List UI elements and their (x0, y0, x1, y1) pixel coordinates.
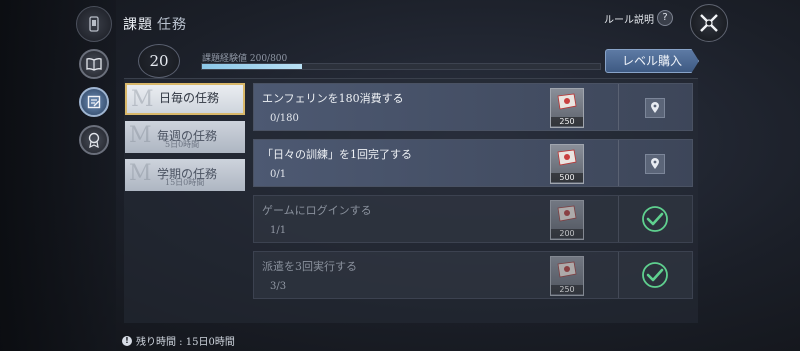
title-main: 課題 (123, 17, 153, 33)
task-row: ゲームにログインする 1/1 200 (253, 195, 693, 243)
divider (618, 196, 619, 242)
task-name: エンフェリンを180消費する (262, 92, 404, 105)
divider (618, 84, 619, 130)
title-sub: 任務 (157, 17, 187, 33)
tab-label: 日毎の任務 (159, 91, 220, 105)
reward-item[interactable]: 200 (550, 200, 584, 240)
rules-button[interactable]: ルール説明 ? (604, 10, 673, 26)
task-row: 派遣を3回実行する 3/3 250 (253, 251, 693, 299)
tab-semester[interactable]: M 学期の任務 15日0時間 (125, 159, 245, 191)
tab-weekly[interactable]: M 毎週の任務 5日0時間 (125, 121, 245, 153)
divider (618, 140, 619, 186)
task-row: エンフェリンを180消費する 0/180 250 (253, 83, 693, 131)
task-progress: 3/3 (270, 281, 287, 292)
remaining-time-text: 残り時間 : 15日0時間 (136, 337, 235, 348)
page-title: 課題 任務 (123, 14, 187, 34)
checkmark-icon (642, 206, 668, 232)
tab-emblem-icon: M (131, 87, 154, 112)
exp-progress-fill (202, 64, 302, 69)
exp-progress-bar (201, 63, 601, 70)
buy-level-button[interactable]: レベル購入 (605, 49, 699, 73)
remaining-time: ! 残り時間 : 15日0時間 (122, 333, 235, 348)
task-progress: 1/1 (270, 225, 287, 236)
reward-item[interactable]: 250 (550, 256, 584, 296)
tab-timer: 5日0時間 (165, 140, 200, 149)
location-pin-icon (651, 102, 659, 113)
task-name: 派遣を3回実行する (262, 260, 357, 273)
task-progress: 0/180 (270, 113, 299, 124)
reward-amount: 500 (551, 173, 583, 182)
task-row: 「日々の訓練」を1回完了する 0/1 500 (253, 139, 693, 187)
rules-label: ルール説明 (604, 14, 654, 26)
ticket-icon (557, 93, 577, 110)
warning-icon: ! (122, 335, 132, 346)
ticket-icon (557, 149, 577, 166)
reward-item[interactable]: 500 (550, 144, 584, 184)
reward-amount: 250 (551, 285, 583, 294)
ticket-icon (557, 205, 577, 222)
location-pin-icon (651, 158, 659, 169)
help-icon: ? (657, 10, 673, 26)
phone-icon[interactable] (76, 6, 112, 42)
ticket-icon (557, 261, 577, 278)
reward-amount: 200 (551, 229, 583, 238)
task-progress: 0/1 (270, 169, 287, 180)
task-name: 「日々の訓練」を1回完了する (262, 148, 412, 161)
tab-daily[interactable]: M 日毎の任務 (125, 83, 245, 115)
sidebar (0, 0, 116, 351)
go-to-location-button[interactable] (645, 98, 665, 118)
tab-timer: 15日0時間 (165, 178, 205, 187)
task-list-icon[interactable] (79, 87, 109, 117)
divider (618, 252, 619, 298)
close-icon (700, 14, 718, 32)
level-badge: 20 (138, 44, 180, 78)
checkmark-icon (642, 262, 668, 288)
tab-emblem-icon: M (129, 161, 152, 186)
medal-icon[interactable] (79, 125, 109, 155)
tab-emblem-icon: M (129, 123, 152, 148)
reward-item[interactable]: 250 (550, 88, 584, 128)
go-to-location-button[interactable] (645, 154, 665, 174)
close-button[interactable] (690, 4, 728, 42)
book-icon[interactable] (79, 49, 109, 79)
reward-amount: 250 (551, 117, 583, 126)
task-name: ゲームにログインする (262, 204, 372, 217)
